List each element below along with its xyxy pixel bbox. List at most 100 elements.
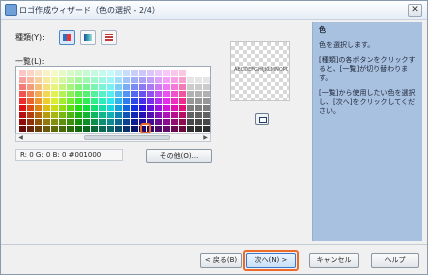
color-swatch[interactable] xyxy=(91,70,98,76)
color-swatch[interactable] xyxy=(147,112,154,118)
color-swatch[interactable] xyxy=(19,70,26,76)
color-swatch[interactable] xyxy=(195,70,202,76)
color-swatch[interactable] xyxy=(91,77,98,83)
color-swatch[interactable] xyxy=(155,105,162,111)
color-swatch[interactable] xyxy=(187,112,194,118)
color-swatch[interactable] xyxy=(203,126,210,132)
color-swatch[interactable] xyxy=(203,112,210,118)
color-swatch[interactable] xyxy=(99,98,106,104)
color-swatch[interactable] xyxy=(91,119,98,125)
color-swatch[interactable] xyxy=(163,77,170,83)
color-swatch[interactable] xyxy=(19,126,26,132)
color-swatch[interactable] xyxy=(163,105,170,111)
color-swatch[interactable] xyxy=(35,112,42,118)
color-swatch[interactable] xyxy=(107,70,114,76)
color-swatch[interactable] xyxy=(163,84,170,90)
other-colors-button[interactable]: その他(O)... xyxy=(146,149,212,163)
color-swatch[interactable] xyxy=(59,126,66,132)
palette-scrollbar[interactable]: ◀ ▶ xyxy=(15,133,211,142)
color-swatch[interactable] xyxy=(35,126,42,132)
color-swatch[interactable] xyxy=(139,112,146,118)
color-swatch[interactable] xyxy=(59,98,66,104)
color-swatch[interactable] xyxy=(35,105,42,111)
color-swatch[interactable] xyxy=(179,77,186,83)
back-button[interactable]: < 戻る(B) xyxy=(200,253,242,268)
color-swatch[interactable] xyxy=(163,112,170,118)
color-swatch[interactable] xyxy=(187,77,194,83)
color-swatch[interactable] xyxy=(155,84,162,90)
color-swatch[interactable] xyxy=(131,126,138,132)
color-swatch[interactable] xyxy=(131,70,138,76)
color-swatch[interactable] xyxy=(131,105,138,111)
color-swatch[interactable] xyxy=(139,84,146,90)
color-swatch[interactable] xyxy=(131,91,138,97)
color-swatch[interactable] xyxy=(203,98,210,104)
color-swatch[interactable] xyxy=(179,119,186,125)
color-swatch[interactable] xyxy=(123,105,130,111)
scroll-left-icon[interactable]: ◀ xyxy=(16,134,25,141)
color-swatch[interactable] xyxy=(83,70,90,76)
color-swatch[interactable] xyxy=(91,84,98,90)
color-swatch[interactable] xyxy=(179,112,186,118)
color-swatch[interactable] xyxy=(203,119,210,125)
color-swatch[interactable] xyxy=(195,91,202,97)
color-swatch[interactable] xyxy=(27,84,34,90)
color-swatch[interactable] xyxy=(27,112,34,118)
color-swatch[interactable] xyxy=(67,70,74,76)
color-swatch[interactable] xyxy=(83,84,90,90)
color-swatch[interactable] xyxy=(187,70,194,76)
color-swatch[interactable] xyxy=(115,84,122,90)
scroll-thumb[interactable] xyxy=(84,135,170,140)
kind-stripes-button[interactable] xyxy=(101,30,117,45)
color-swatch[interactable] xyxy=(83,105,90,111)
color-swatch[interactable] xyxy=(171,119,178,125)
color-swatch[interactable] xyxy=(75,112,82,118)
color-swatch[interactable] xyxy=(27,77,34,83)
color-swatch[interactable] xyxy=(131,119,138,125)
color-swatch[interactable] xyxy=(131,98,138,104)
color-swatch[interactable] xyxy=(123,119,130,125)
color-swatch[interactable] xyxy=(171,105,178,111)
color-swatch[interactable] xyxy=(51,126,58,132)
color-swatch[interactable] xyxy=(115,126,122,132)
color-swatch[interactable] xyxy=(43,77,50,83)
color-swatch[interactable] xyxy=(147,84,154,90)
color-swatch[interactable] xyxy=(19,112,26,118)
color-swatch[interactable] xyxy=(91,105,98,111)
color-swatch[interactable] xyxy=(59,77,66,83)
color-palette[interactable] xyxy=(15,66,211,142)
color-swatch[interactable] xyxy=(155,126,162,132)
cancel-button[interactable]: キャンセル xyxy=(309,253,359,268)
color-swatch[interactable] xyxy=(51,91,58,97)
color-swatch[interactable] xyxy=(43,119,50,125)
color-swatch[interactable] xyxy=(131,84,138,90)
color-swatch[interactable] xyxy=(35,77,42,83)
color-swatch[interactable] xyxy=(35,98,42,104)
kind-palette-button[interactable] xyxy=(59,30,75,45)
color-swatch[interactable] xyxy=(59,91,66,97)
color-swatch[interactable] xyxy=(187,84,194,90)
color-swatch[interactable] xyxy=(163,98,170,104)
color-swatch[interactable] xyxy=(19,98,26,104)
color-swatch[interactable] xyxy=(115,77,122,83)
color-swatch[interactable] xyxy=(107,77,114,83)
color-swatch[interactable] xyxy=(131,112,138,118)
scroll-right-icon[interactable]: ▶ xyxy=(201,134,210,141)
color-swatch[interactable] xyxy=(203,105,210,111)
color-swatch[interactable] xyxy=(155,119,162,125)
color-swatch[interactable] xyxy=(179,70,186,76)
color-swatch[interactable] xyxy=(195,126,202,132)
color-swatch[interactable] xyxy=(43,105,50,111)
color-swatch[interactable] xyxy=(99,119,106,125)
color-swatch[interactable] xyxy=(139,70,146,76)
color-swatch[interactable] xyxy=(83,98,90,104)
color-swatch[interactable] xyxy=(195,98,202,104)
color-swatch[interactable] xyxy=(163,119,170,125)
color-swatch[interactable] xyxy=(163,126,170,132)
color-swatch[interactable] xyxy=(75,126,82,132)
color-swatch[interactable] xyxy=(123,77,130,83)
color-swatch[interactable] xyxy=(107,105,114,111)
color-swatch[interactable] xyxy=(19,77,26,83)
color-swatch[interactable] xyxy=(51,77,58,83)
color-swatch[interactable] xyxy=(35,91,42,97)
